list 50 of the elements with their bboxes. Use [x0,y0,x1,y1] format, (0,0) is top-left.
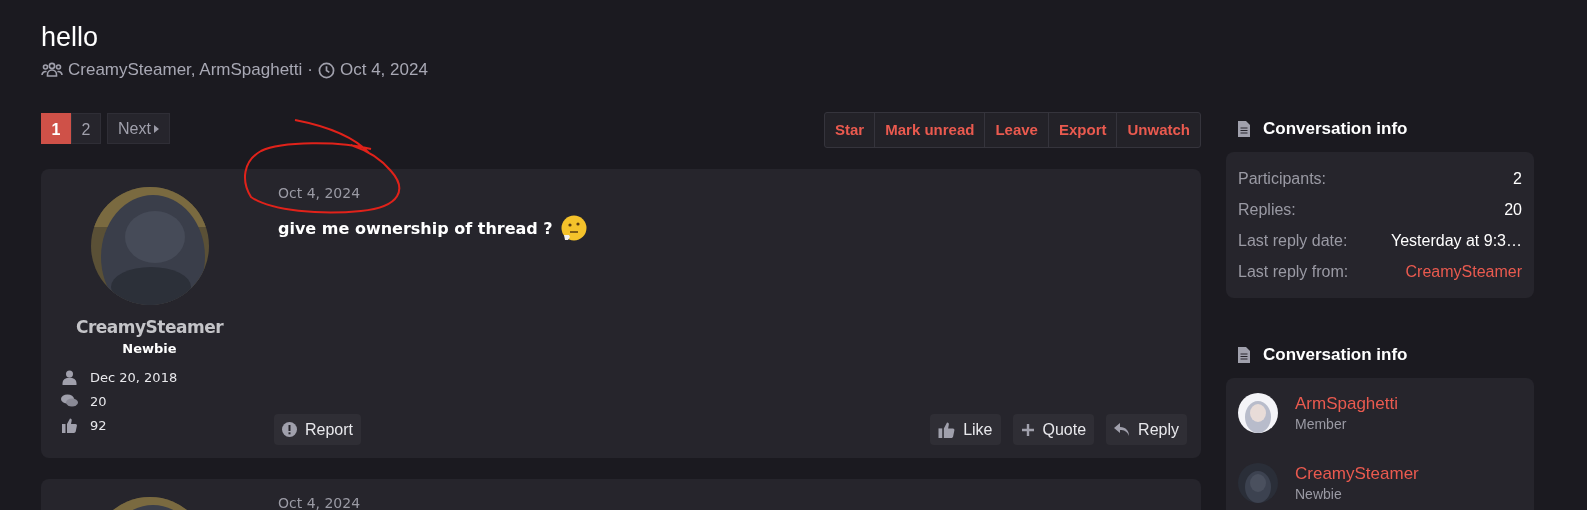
action-button[interactable]: Leave [984,113,1048,147]
info-label: Participants: [1238,169,1327,189]
reply-button[interactable]: Reply [1106,414,1187,445]
participants-link[interactable]: CreamySteamer, ArmSpaghetti [68,60,303,80]
action-button[interactable]: Mark unread [874,113,985,147]
like-button[interactable]: Like [930,414,1001,445]
page-link[interactable]: 1 [41,113,71,144]
info-value: 20 [1504,200,1522,220]
joined-date: Dec 20, 2018 [90,369,178,385]
meta-separator: · [307,60,313,80]
action-button[interactable]: Star [825,113,875,147]
block-title: Conversation info [1263,119,1408,139]
action-button[interactable]: Export [1047,113,1117,147]
thumbs-up-icon [938,421,956,438]
plus-icon [1020,422,1035,437]
user-link[interactable]: CreamySteamer [1295,464,1419,484]
user-link[interactable]: ArmSpaghetti [1295,394,1398,414]
thread-title: hello [41,21,100,54]
info-label: Last reply from: [1238,262,1349,282]
thinking-face-icon [560,215,587,241]
user-link[interactable]: CreamySteamer [1405,259,1522,284]
block-title: Conversation info [1263,345,1408,365]
clock-icon [318,61,335,79]
info-value: Yesterday at 9:3… [1390,231,1522,251]
reply-arrow-icon [1114,422,1131,437]
action-button[interactable]: Unwatch [1116,113,1200,147]
user-icon [61,369,78,385]
comments-icon [61,394,78,408]
info-label: Last reply date: [1238,231,1348,251]
report-button[interactable]: Report [274,414,362,445]
message-count: 20 [90,393,107,409]
caret-icon [153,124,159,133]
thumbs-up-icon [61,417,78,433]
user-title: Newbie [122,341,177,356]
thread-date: Oct 4, 2024 [340,60,428,80]
user-title: Newbie [1295,486,1343,502]
user-title: Member [1295,416,1348,432]
reaction-score: 92 [90,417,107,433]
post-text: give me ownership of thread ? [278,218,553,238]
users-icon [41,62,63,78]
info-value: 2 [1513,169,1522,189]
page-link[interactable]: 2 [71,113,101,144]
document-icon [1238,121,1250,137]
info-label: Replies: [1238,200,1296,220]
warning-icon [282,422,297,437]
quote-button[interactable]: Quote [1012,414,1095,445]
next-page-button[interactable]: Next [107,113,170,144]
document-icon [1238,347,1250,363]
post-date[interactable]: Oct 4, 2024 [278,185,1187,201]
username-link[interactable]: CreamySteamer [75,317,224,337]
